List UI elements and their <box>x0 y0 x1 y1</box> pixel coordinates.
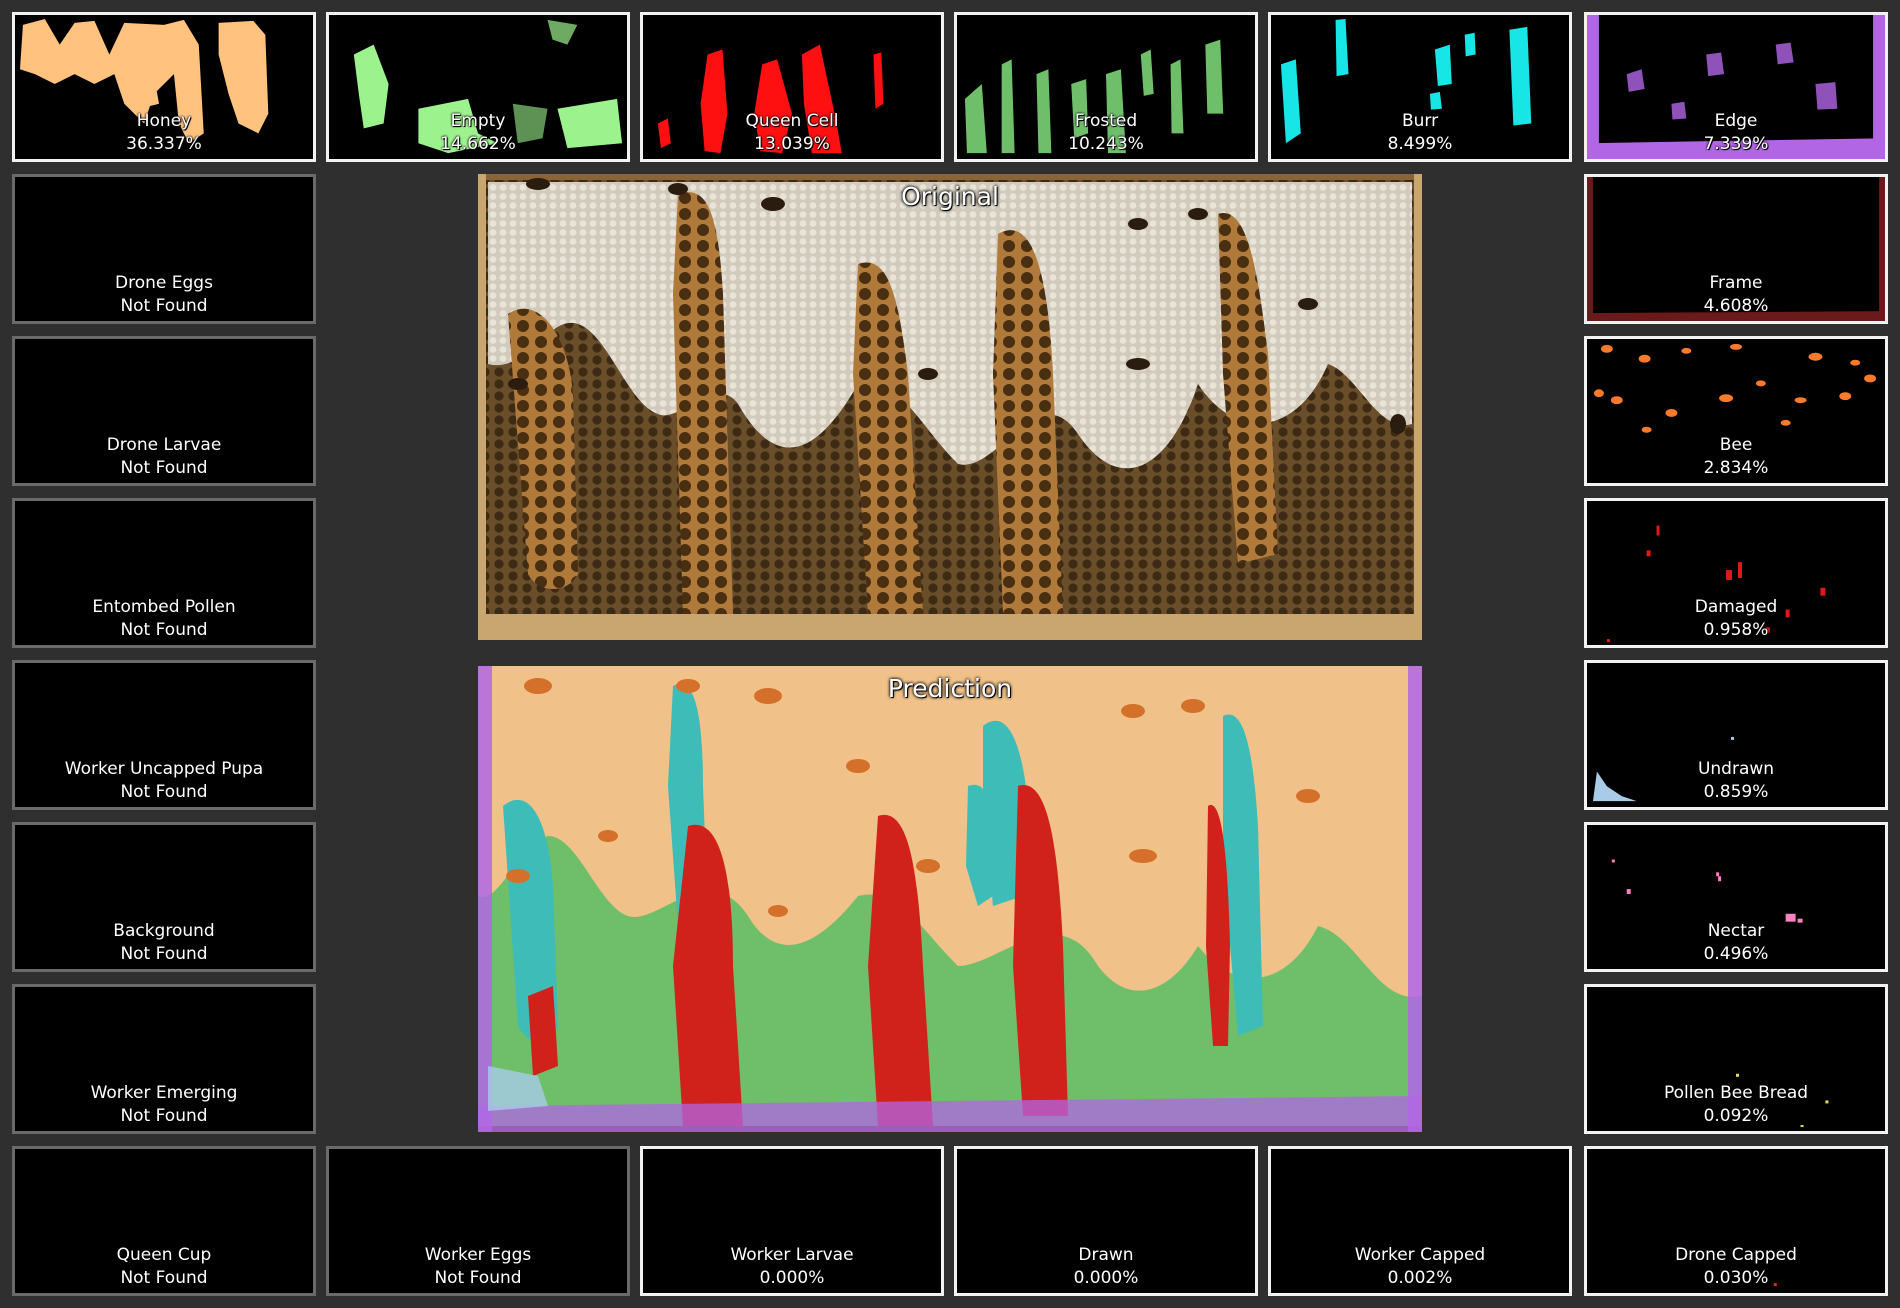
tile-value: 0.092% <box>1703 1106 1769 1126</box>
tile-value: 0.000% <box>759 1268 825 1288</box>
tile-frosted: Frosted 10.243% <box>954 12 1258 162</box>
tile-value: Not Found <box>120 1106 208 1126</box>
tile-label: Queen Cell <box>745 111 839 131</box>
tile-label: Worker Eggs <box>424 1245 532 1265</box>
tile-value: Not Found <box>120 782 208 802</box>
tile-nectar: Nectar 0.496% <box>1584 822 1888 972</box>
tile-empty: Empty 14.662% <box>326 12 630 162</box>
tile-burr: Burr 8.499% <box>1268 12 1572 162</box>
original-photo <box>478 174 1422 640</box>
tile-value: 8.499% <box>1387 134 1453 154</box>
tile-worker-eggs: Worker Eggs Not Found <box>326 1146 630 1296</box>
tile-value: Not Found <box>120 944 208 964</box>
tile-label: Worker Emerging <box>90 1083 238 1103</box>
tile-label: Frame <box>1709 273 1763 293</box>
tile-value: 10.243% <box>1068 134 1144 154</box>
tile-label: Worker Uncapped Pupa <box>64 759 264 779</box>
tile-label: Undrawn <box>1697 759 1775 779</box>
tile-value: Not Found <box>120 458 208 478</box>
tile-value: Not Found <box>120 1268 208 1288</box>
tile-label: Queen Cup <box>116 1245 212 1265</box>
tile-value: 0.958% <box>1703 620 1769 640</box>
tile-edge: Edge 7.339% <box>1584 12 1888 162</box>
tile-value: Not Found <box>434 1268 522 1288</box>
tile-label: Drawn <box>1078 1245 1134 1265</box>
tile-damaged: Damaged 0.958% <box>1584 498 1888 648</box>
tile-label: Drone Capped <box>1675 1245 1797 1265</box>
tile-queen-cup: Queen Cup Not Found <box>12 1146 316 1296</box>
tile-queen-cell: Queen Cell 13.039% <box>640 12 944 162</box>
tile-worker-emerging: Worker Emerging Not Found <box>12 984 316 1134</box>
prediction-overlay <box>478 666 1422 1132</box>
tile-label: Worker Larvae <box>730 1245 854 1265</box>
tile-label: Edge <box>1714 111 1758 131</box>
tile-value: 14.662% <box>440 134 516 154</box>
tile-background: Background Not Found <box>12 822 316 972</box>
tile-worker-uncapped-pupa: Worker Uncapped Pupa Not Found <box>12 660 316 810</box>
tile-label: Entombed Pollen <box>92 597 236 617</box>
tile-frame: Frame 4.608% <box>1584 174 1888 324</box>
tile-label: Drone Larvae <box>106 435 222 455</box>
tile-honey: Honey 36.337% <box>12 12 316 162</box>
tile-bee: Bee 2.834% <box>1584 336 1888 486</box>
tile-label: Background <box>113 921 215 941</box>
original-title: Original <box>901 182 999 211</box>
tile-value: 0.496% <box>1703 944 1769 964</box>
tile-drawn: Drawn 0.000% <box>954 1146 1258 1296</box>
tile-drone-capped: Drone Capped 0.030% <box>1584 1146 1888 1296</box>
tile-value: 13.039% <box>754 134 830 154</box>
prediction-image: Prediction <box>478 666 1422 1132</box>
tile-label: Drone Eggs <box>115 273 213 293</box>
tile-label: Frosted <box>1074 111 1138 131</box>
tile-label: Honey <box>136 111 192 131</box>
tile-label: Pollen Bee Bread <box>1663 1083 1809 1103</box>
tile-value: 0.859% <box>1703 782 1769 802</box>
tile-drone-eggs: Drone Eggs Not Found <box>12 174 316 324</box>
tile-drone-larvae: Drone Larvae Not Found <box>12 336 316 486</box>
tile-value: 0.000% <box>1073 1268 1139 1288</box>
tile-label: Burr <box>1401 111 1439 131</box>
tile-label: Empty <box>450 111 506 131</box>
tile-value: 2.834% <box>1703 458 1769 478</box>
tile-value: Not Found <box>120 296 208 316</box>
tile-value: 0.002% <box>1387 1268 1453 1288</box>
tile-worker-larvae: Worker Larvae 0.000% <box>640 1146 944 1296</box>
tile-label: Nectar <box>1707 921 1765 941</box>
tile-value: 4.608% <box>1703 296 1769 316</box>
tile-label: Bee <box>1719 435 1753 455</box>
tile-value: Not Found <box>120 620 208 640</box>
tile-value: 7.339% <box>1703 134 1769 154</box>
tile-label: Worker Capped <box>1354 1245 1486 1265</box>
tile-pollen-bee-bread: Pollen Bee Bread 0.092% <box>1584 984 1888 1134</box>
tile-worker-capped: Worker Capped 0.002% <box>1268 1146 1572 1296</box>
original-image: Original <box>478 174 1422 640</box>
tile-entombed-pollen: Entombed Pollen Not Found <box>12 498 316 648</box>
prediction-title: Prediction <box>887 674 1013 703</box>
tile-undrawn: Undrawn 0.859% <box>1584 660 1888 810</box>
tile-label: Damaged <box>1694 597 1778 617</box>
tile-value: 0.030% <box>1703 1268 1769 1288</box>
tile-value: 36.337% <box>126 134 202 154</box>
